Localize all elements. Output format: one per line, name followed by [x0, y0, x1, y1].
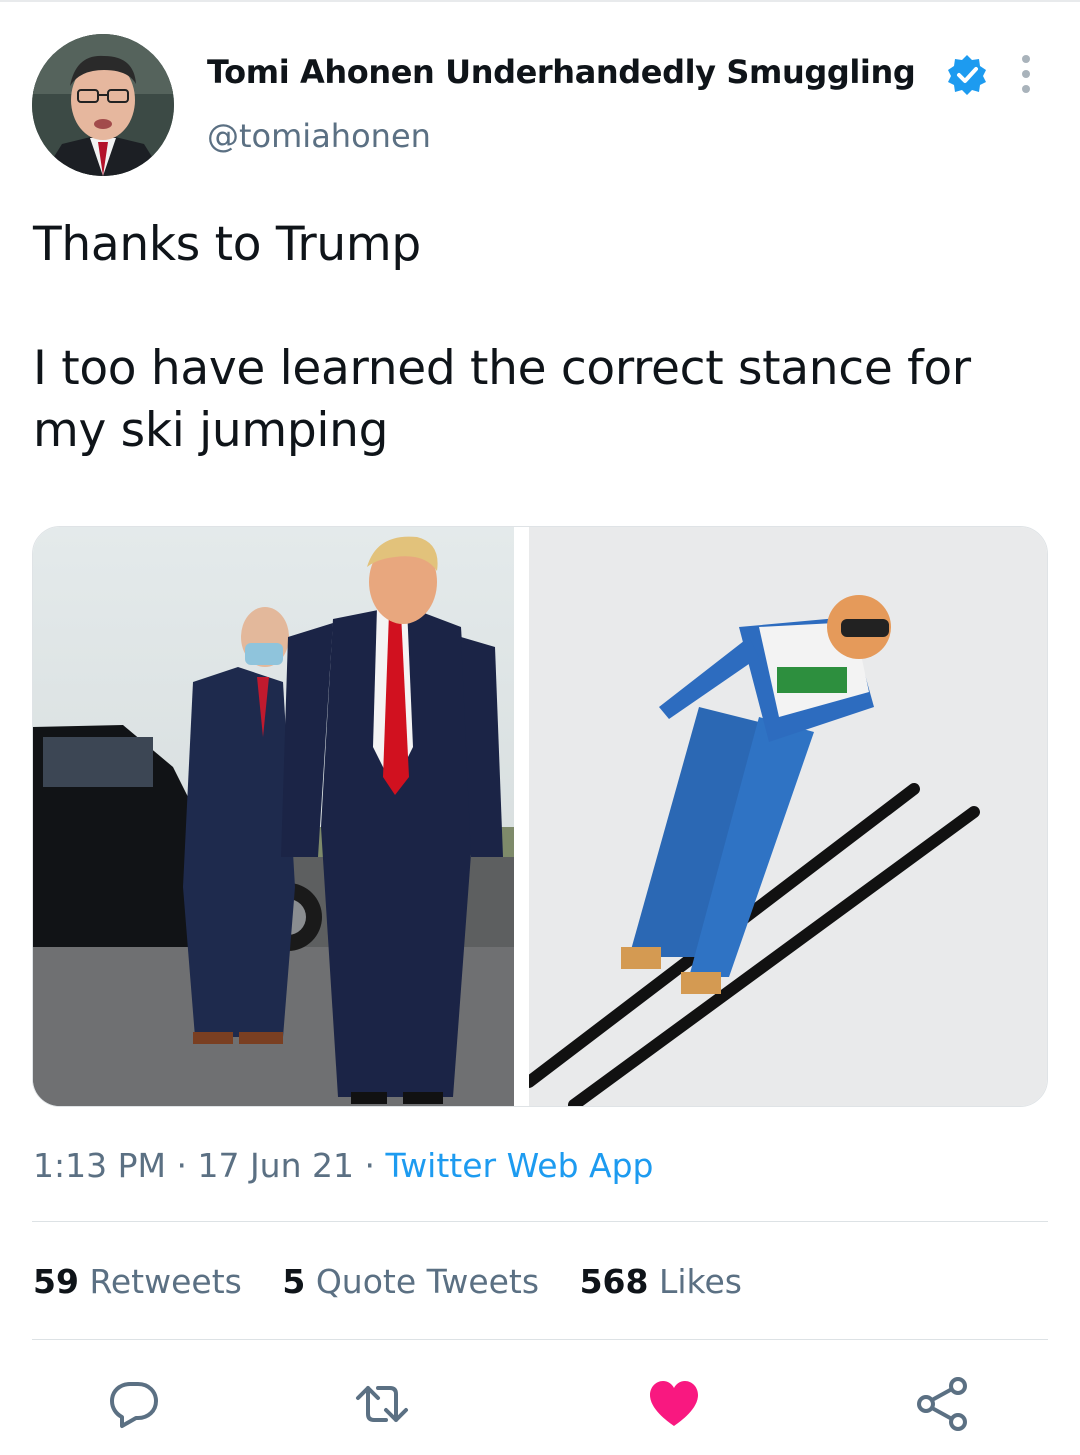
tweet-time[interactable]: 1:13 PM	[33, 1146, 166, 1185]
media-photo-right[interactable]	[529, 527, 1048, 1107]
likes-stat[interactable]: 568 Likes	[580, 1262, 742, 1301]
quote-tweets-stat[interactable]: 5 Quote Tweets	[282, 1262, 539, 1301]
verified-badge-icon	[948, 55, 986, 95]
tweet-text: Thanks to Trump I too have learned the c…	[33, 214, 1033, 462]
retweets-label: Retweets	[89, 1262, 242, 1301]
tweet-line-2: I too have learned the correct stance fo…	[33, 341, 971, 396]
tweet-timestamp: 1:13 PM · 17 Jun 21 · Twitter Web App	[33, 1142, 654, 1190]
engagement-stats: 59 Retweets 5 Quote Tweets 568 Likes	[33, 1258, 772, 1306]
tweet-media[interactable]	[32, 526, 1048, 1107]
meta-separator: ·	[364, 1146, 376, 1185]
tweet-source-link[interactable]: Twitter Web App	[386, 1146, 654, 1185]
author-name[interactable]: Tomi Ahonen Underhandedly Smuggling ...	[207, 50, 927, 94]
author-handle[interactable]: @tomiahonen	[207, 114, 431, 158]
likes-label: Likes	[658, 1262, 742, 1301]
like-icon[interactable]	[646, 1376, 702, 1432]
retweets-stat[interactable]: 59 Retweets	[33, 1262, 242, 1301]
quote-tweets-count: 5	[282, 1262, 306, 1301]
media-photo-left[interactable]	[33, 527, 514, 1107]
likes-count: 568	[579, 1262, 649, 1301]
retweets-count: 59	[33, 1262, 79, 1301]
divider	[32, 1221, 1048, 1222]
tweet-line-3: my ski jumping	[33, 403, 389, 458]
meta-separator: ·	[176, 1146, 187, 1185]
tweet-date[interactable]: 17 Jun 21	[197, 1146, 354, 1185]
tweet-line-1: Thanks to Trump	[33, 217, 421, 272]
quote-tweets-label: Quote Tweets	[315, 1262, 540, 1301]
share-icon[interactable]	[914, 1376, 970, 1432]
top-divider	[0, 0, 1080, 2]
avatar-image	[32, 34, 174, 176]
avatar[interactable]	[32, 34, 174, 176]
reply-icon[interactable]	[106, 1376, 162, 1432]
retweet-icon[interactable]	[354, 1376, 410, 1432]
more-options-icon[interactable]	[1004, 50, 1048, 98]
divider	[32, 1339, 1048, 1340]
